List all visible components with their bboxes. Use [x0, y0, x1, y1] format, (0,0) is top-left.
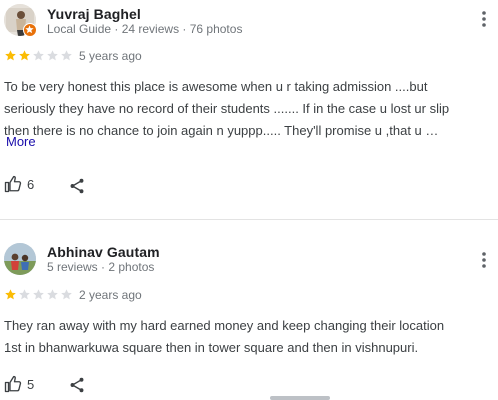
review-card: Abhinav Gautam 5 reviews · 2 photos 2 ye…	[0, 220, 498, 400]
star-icon	[47, 289, 58, 300]
star-icon	[19, 50, 30, 61]
star-rating	[4, 49, 73, 62]
more-vert-icon[interactable]	[476, 250, 492, 270]
local-guide-badge-icon	[23, 23, 37, 37]
share-icon[interactable]	[68, 177, 86, 195]
review-text-line: seriously they have no record of their s…	[4, 101, 450, 116]
review-text-line: then there is no chance to join again n …	[4, 123, 439, 138]
review-age: 5 years ago	[79, 49, 142, 63]
star-icon	[5, 50, 16, 61]
review-text: They ran away with my hard earned money …	[4, 315, 492, 359]
scroll-indicator[interactable]	[270, 396, 330, 400]
avatar[interactable]	[4, 243, 36, 275]
star-icon	[61, 289, 72, 300]
star-icon	[19, 289, 30, 300]
reviewer-name[interactable]: Abhinav Gautam	[47, 244, 160, 260]
like-count: 5	[27, 376, 35, 392]
star-icon	[33, 50, 44, 61]
review-card: Yuvraj Baghel Local Guide · 24 reviews ·…	[0, 0, 498, 219]
thumbs-up-icon	[4, 375, 22, 393]
more-link[interactable]: More	[6, 134, 36, 149]
like-button[interactable]: 6	[4, 175, 34, 193]
reviewer-name[interactable]: Yuvraj Baghel	[47, 6, 141, 22]
thumbs-up-icon	[4, 175, 22, 193]
star-icon	[61, 50, 72, 61]
reviewer-meta: Local Guide · 24 reviews · 76 photos	[47, 22, 243, 36]
like-button[interactable]: 5	[4, 375, 34, 393]
like-count: 6	[27, 176, 35, 192]
review-text-line: They ran away with my hard earned money …	[4, 318, 445, 333]
reviewer-meta: 5 reviews · 2 photos	[47, 260, 155, 274]
more-vert-icon[interactable]	[476, 9, 492, 29]
star-icon	[33, 289, 44, 300]
review-text-line: 1st in bhanwarkuwa square then in tower …	[4, 340, 419, 355]
review-text-line: To be very honest this place is awesome …	[4, 79, 428, 94]
share-icon[interactable]	[68, 376, 86, 394]
star-icon	[5, 289, 16, 300]
star-icon	[47, 50, 58, 61]
review-text: To be very honest this place is awesome …	[4, 76, 492, 142]
star-rating	[4, 288, 73, 301]
review-age: 2 years ago	[79, 288, 142, 302]
